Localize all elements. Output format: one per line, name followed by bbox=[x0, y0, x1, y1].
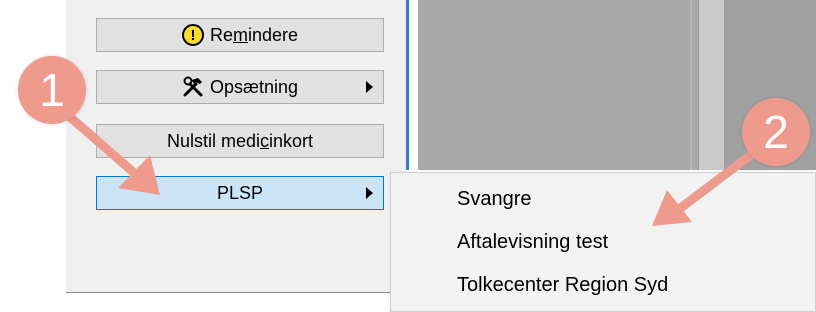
annotation-arrow-1 bbox=[57, 105, 145, 183]
annotation-badge-2: 2 bbox=[742, 98, 810, 166]
annotation-badge-1: 1 bbox=[18, 56, 86, 124]
annotation-arrows bbox=[57, 105, 765, 226]
annotation-arrow-2 bbox=[673, 143, 765, 215]
